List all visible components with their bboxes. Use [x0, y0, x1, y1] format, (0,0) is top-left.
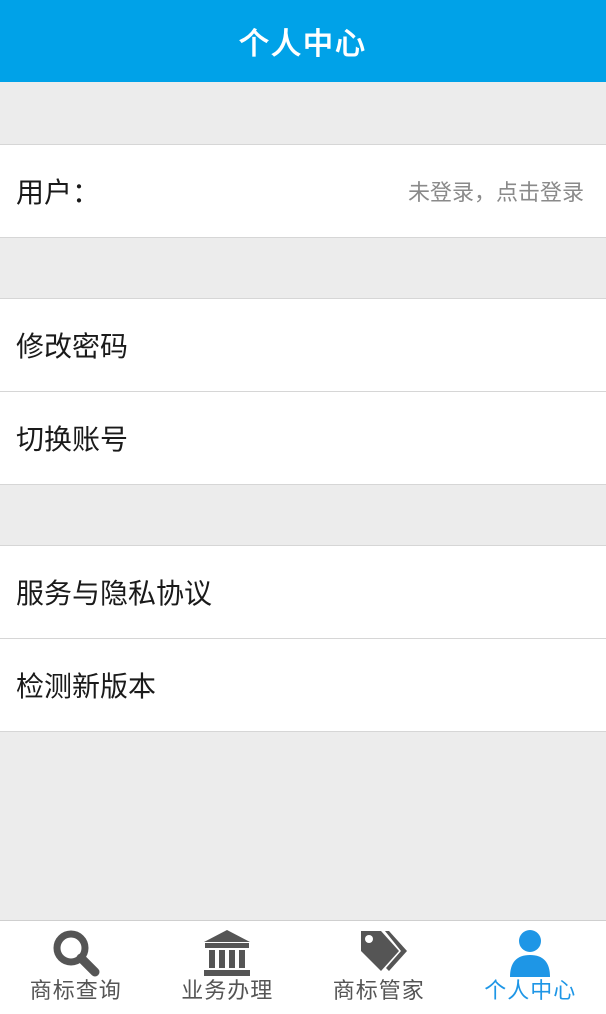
- menu-item-label: 服务与隐私协议: [16, 577, 213, 610]
- tab-personal-center[interactable]: 个人中心: [455, 921, 606, 1014]
- tag-icon: [349, 927, 409, 979]
- page-title: 个人中心: [0, 0, 606, 82]
- menu-item-privacy-agreement[interactable]: 服务与隐私协议: [0, 545, 606, 638]
- menu-item-check-update[interactable]: 检测新版本: [0, 638, 606, 732]
- bank-icon: [197, 927, 257, 979]
- menu-item-label: 修改密码: [16, 330, 129, 363]
- tab-label: 商标管家: [332, 979, 425, 1004]
- tab-business[interactable]: 业务办理: [152, 921, 304, 1014]
- user-icon: [500, 927, 560, 979]
- tab-label: 业务办理: [181, 979, 274, 1004]
- section-gap: [0, 485, 606, 545]
- user-login-row[interactable]: 用户： 未登录，点击登录: [0, 144, 606, 238]
- menu-item-label: 切换账号: [16, 423, 129, 456]
- login-status-link[interactable]: 未登录，点击登录: [408, 175, 584, 207]
- section-gap: [0, 238, 606, 298]
- section-gap: [0, 82, 606, 144]
- empty-area: [0, 732, 606, 920]
- menu-item-switch-account[interactable]: 切换账号: [0, 391, 606, 485]
- user-label: 用户：: [16, 176, 101, 209]
- tab-trademark-search[interactable]: 商标查询: [0, 921, 152, 1014]
- menu-item-change-password[interactable]: 修改密码: [0, 298, 606, 391]
- tab-label: 个人中心: [484, 979, 577, 1004]
- bottom-tab-bar: 商标查询 业务办理 商标管家 个人中心: [0, 920, 606, 1014]
- tab-trademark-manager[interactable]: 商标管家: [303, 921, 455, 1014]
- menu-item-label: 检测新版本: [16, 670, 157, 703]
- tab-label: 商标查询: [29, 979, 122, 1004]
- search-icon: [46, 927, 106, 979]
